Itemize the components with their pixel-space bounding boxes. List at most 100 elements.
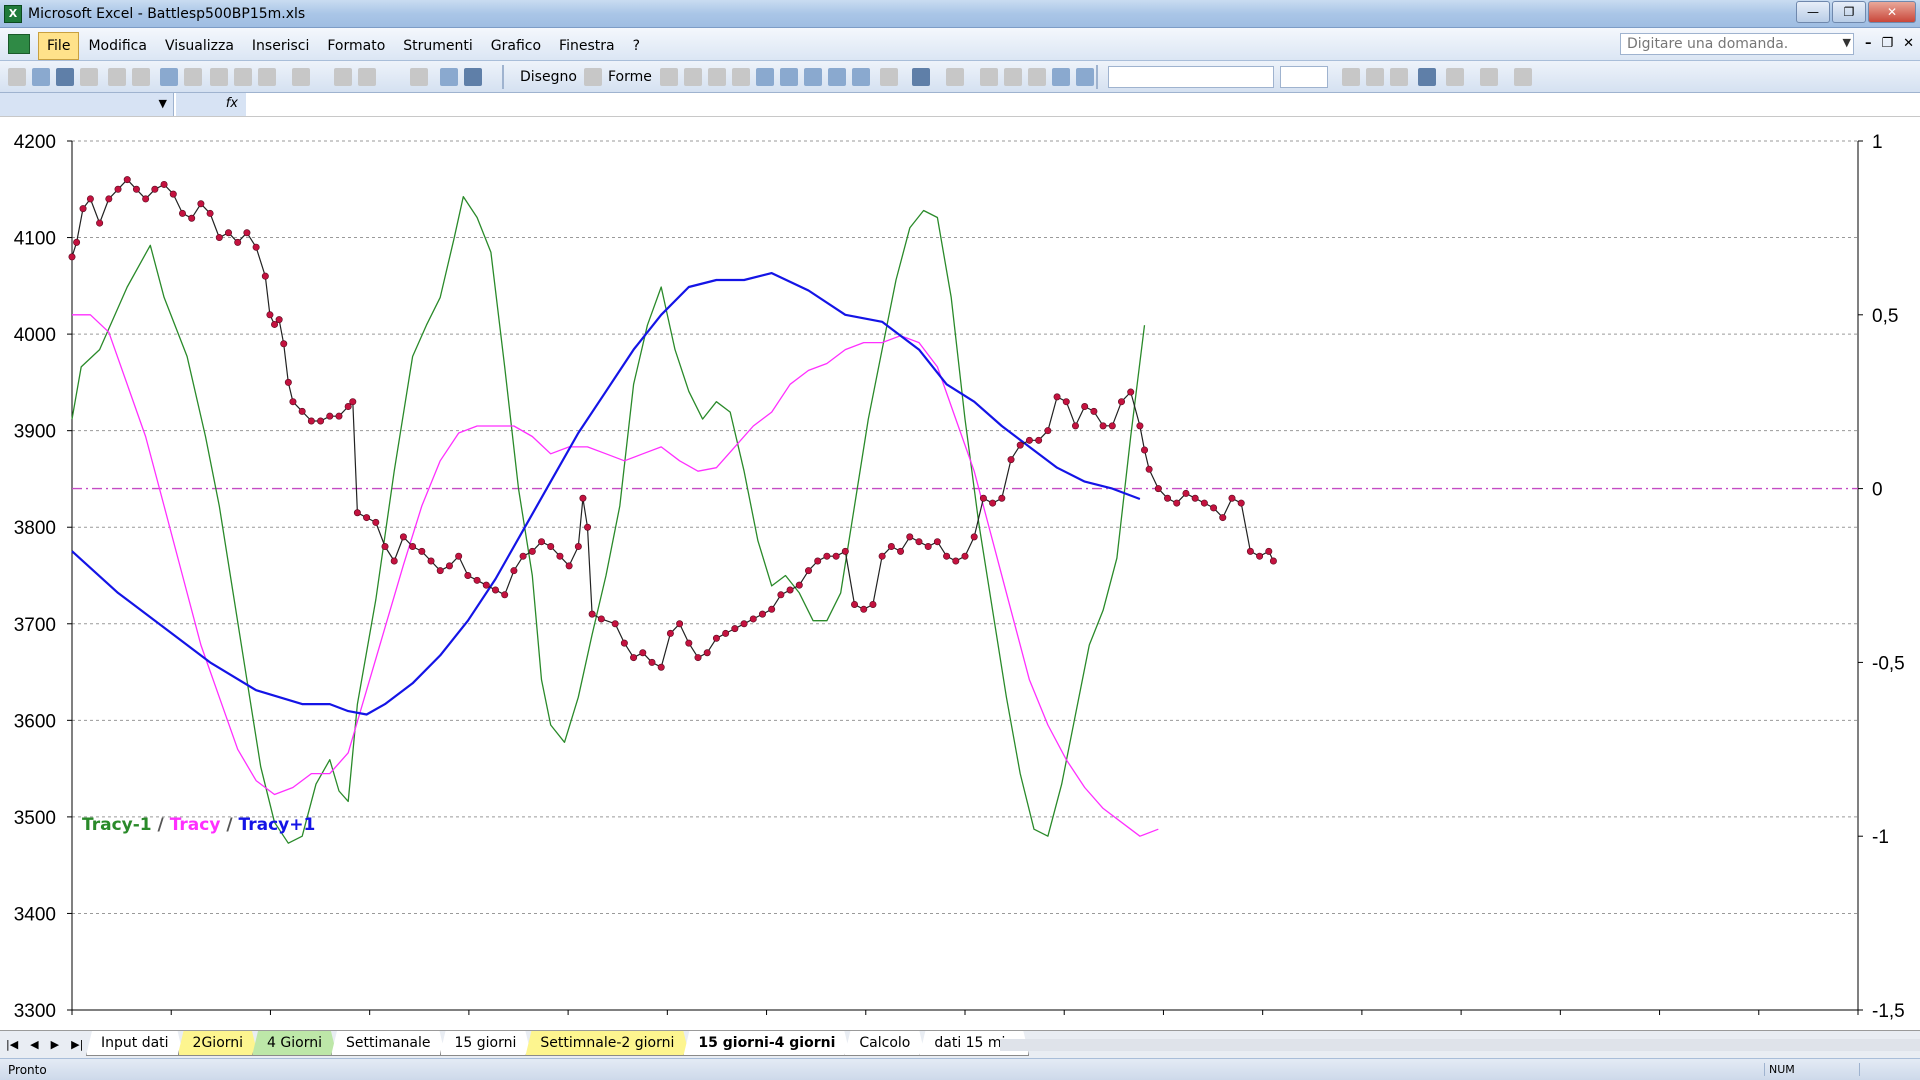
fx-icon[interactable]: fx: [176, 93, 246, 116]
data-point[interactable]: [215, 234, 223, 242]
first-sheet-icon[interactable]: |◀: [6, 1038, 18, 1051]
data-point[interactable]: [630, 654, 638, 662]
menu-item-file[interactable]: File: [38, 32, 80, 60]
data-point[interactable]: [280, 340, 288, 348]
data-point[interactable]: [317, 417, 325, 425]
data-point[interactable]: [1136, 422, 1144, 430]
data-point[interactable]: [556, 552, 564, 560]
data-point[interactable]: [547, 543, 555, 551]
data-point[interactable]: [961, 552, 969, 560]
data-point[interactable]: [261, 272, 269, 280]
data-point[interactable]: [79, 205, 87, 213]
data-point[interactable]: [915, 538, 923, 546]
chart-sheet[interactable]: 3300 3400 3500 3600 3700 3800 3900 4000 4100 4200…: [0, 117, 1920, 1030]
sheet-tab-2giorni[interactable]: 2Giorni: [178, 1031, 258, 1056]
data-point[interactable]: [694, 654, 702, 662]
shadow-icon[interactable]: [1052, 68, 1070, 86]
data-point[interactable]: [1062, 398, 1070, 406]
sheet-tab-calcolo[interactable]: Calcolo: [844, 1031, 925, 1056]
data-point[interactable]: [1182, 489, 1190, 497]
italic-icon[interactable]: [1366, 68, 1384, 86]
euro-icon[interactable]: [1418, 68, 1436, 86]
data-point[interactable]: [1071, 422, 1079, 430]
data-point[interactable]: [284, 378, 292, 386]
data-point[interactable]: [841, 547, 849, 555]
data-point[interactable]: [307, 417, 315, 425]
data-point[interactable]: [455, 552, 463, 560]
menu-item-inserisci[interactable]: Inserisci: [243, 32, 318, 60]
chart-wizard-icon[interactable]: [440, 68, 458, 86]
data-point[interactable]: [943, 552, 951, 560]
minimize-button[interactable]: —: [1796, 1, 1830, 23]
data-point[interactable]: [169, 190, 177, 198]
menu-item-finestra[interactable]: Finestra: [550, 32, 624, 60]
data-point[interactable]: [298, 407, 306, 415]
data-point[interactable]: [685, 639, 693, 647]
copy-icon[interactable]: [234, 68, 252, 86]
data-point[interactable]: [1228, 494, 1236, 502]
data-point[interactable]: [528, 547, 536, 555]
data-point[interactable]: [1191, 494, 1199, 502]
data-point[interactable]: [73, 238, 81, 246]
data-point[interactable]: [777, 591, 785, 599]
doc-restore-button[interactable]: ❐: [1881, 36, 1893, 51]
menu-item-modifica[interactable]: Modifica: [79, 32, 156, 60]
clipart-icon[interactable]: [828, 68, 846, 86]
data-point[interactable]: [234, 238, 242, 246]
data-point[interactable]: [731, 625, 739, 633]
data-point[interactable]: [869, 600, 877, 608]
sheet-tab-input-dati[interactable]: Input dati: [86, 1031, 184, 1056]
data-point[interactable]: [473, 576, 481, 584]
data-point[interactable]: [749, 615, 757, 623]
line-style-icon[interactable]: [980, 68, 998, 86]
font-color-icon[interactable]: [946, 68, 964, 86]
data-point[interactable]: [289, 398, 297, 406]
data-point[interactable]: [703, 649, 711, 657]
data-point[interactable]: [390, 557, 398, 565]
series-line-tracy-1[interactable]: [71, 195, 1146, 844]
highlight-icon[interactable]: [1480, 68, 1498, 86]
data-point[interactable]: [611, 620, 619, 628]
data-point[interactable]: [579, 494, 587, 502]
menu-item-help[interactable]: ?: [624, 32, 649, 60]
data-point[interactable]: [482, 581, 490, 589]
name-box[interactable]: ▼: [0, 93, 174, 116]
autosum-icon[interactable]: [358, 68, 376, 86]
data-point[interactable]: [924, 543, 932, 551]
data-point[interactable]: [952, 557, 960, 565]
dash-style-icon[interactable]: [1004, 68, 1022, 86]
data-point[interactable]: [326, 412, 334, 420]
series-line-price[interactable]: [71, 178, 1274, 668]
data-point[interactable]: [381, 543, 389, 551]
rectangle-tool-icon[interactable]: [708, 68, 726, 86]
data-point[interactable]: [648, 658, 656, 666]
excel-icon[interactable]: X: [4, 5, 22, 23]
data-point[interactable]: [676, 620, 684, 628]
data-point[interactable]: [86, 195, 94, 203]
data-point[interactable]: [399, 533, 407, 541]
data-point[interactable]: [1044, 427, 1052, 435]
data-point[interactable]: [814, 557, 822, 565]
align-icon[interactable]: [1390, 68, 1408, 86]
bold-icon[interactable]: [1342, 68, 1360, 86]
data-point[interactable]: [68, 253, 76, 261]
data-point[interactable]: [142, 195, 150, 203]
data-point[interactable]: [1141, 446, 1149, 454]
data-point[interactable]: [445, 562, 453, 570]
data-point[interactable]: [1016, 441, 1024, 449]
data-point[interactable]: [1025, 436, 1033, 444]
horizontal-scrollbar[interactable]: [1000, 1039, 1920, 1051]
data-point[interactable]: [666, 629, 674, 637]
data-point[interactable]: [887, 543, 895, 551]
data-point[interactable]: [1164, 494, 1172, 502]
data-point[interactable]: [565, 562, 573, 570]
data-point[interactable]: [1237, 499, 1245, 507]
textbox-icon[interactable]: [756, 68, 774, 86]
data-point[interactable]: [243, 229, 251, 237]
data-point[interactable]: [96, 219, 104, 227]
data-point[interactable]: [206, 209, 214, 217]
data-point[interactable]: [1145, 465, 1153, 473]
data-point[interactable]: [1256, 552, 1264, 560]
data-point[interactable]: [584, 523, 592, 531]
data-point[interactable]: [538, 538, 546, 546]
